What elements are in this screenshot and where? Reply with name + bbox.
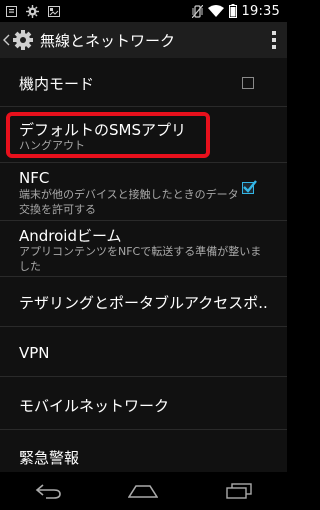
list-item-default-sms-app[interactable]: デフォルトのSMSアプリ ハングアウト — [0, 107, 287, 163]
item-title: 機内モード — [19, 75, 95, 93]
android-debug-icon — [26, 4, 39, 18]
navigation-bar — [0, 472, 287, 510]
list-item-mobile-network[interactable]: モバイルネットワーク — [0, 377, 287, 430]
item-title: VPN — [19, 344, 50, 362]
settings-gear-icon[interactable] — [12, 29, 34, 51]
recents-icon[interactable] — [209, 472, 269, 510]
clock: 19:35 — [241, 3, 280, 19]
item-title: モバイルネットワーク — [19, 397, 170, 415]
list-item-android-beam[interactable]: Androidビーム アプリコンテンツをNFCで転送する準備が整いました — [0, 221, 287, 277]
item-title: Androidビーム — [19, 227, 122, 245]
item-summary: ハングアウト — [19, 139, 85, 152]
item-title: NFC — [19, 169, 50, 187]
list-item-emergency-alerts[interactable]: 緊急警報 — [0, 430, 287, 472]
battery-icon — [228, 4, 237, 18]
list-item-airplane-mode[interactable]: 機内モード — [0, 59, 287, 107]
nfc-checkbox[interactable] — [242, 180, 257, 194]
wifi-icon — [207, 5, 224, 17]
home-icon[interactable] — [113, 472, 173, 510]
item-summary: アプリコンテンツをNFCで転送する準備が整いました — [19, 245, 262, 273]
status-bar: 19:35 — [0, 0, 287, 22]
overflow-menu-icon[interactable] — [261, 22, 287, 58]
item-title: 緊急警報 — [19, 449, 80, 467]
notification-icon — [6, 5, 17, 17]
item-title: テザリングとポータブルアクセスポ.. — [19, 294, 268, 312]
list-item-vpn[interactable]: VPN — [0, 327, 287, 377]
list-item-tethering[interactable]: テザリングとポータブルアクセスポ.. — [0, 277, 287, 327]
airplane-mode-checkbox[interactable] — [242, 77, 254, 89]
back-icon[interactable] — [18, 472, 78, 510]
action-bar: 無線とネットワーク — [0, 22, 287, 59]
vibrate-icon — [191, 4, 203, 18]
page-title: 無線とネットワーク — [40, 31, 176, 50]
checkmark-icon — [243, 180, 257, 193]
up-chevron-icon[interactable] — [3, 34, 12, 46]
item-title: デフォルトのSMSアプリ — [19, 121, 186, 139]
item-summary: 端末が他のデバイスと接触したときのデータ交換を許可する — [19, 188, 239, 216]
settings-list: 機内モード デフォルトのSMSアプリ ハングアウト NFC 端末が他のデバイスと… — [0, 59, 287, 472]
gallery-icon — [48, 5, 60, 17]
list-item-nfc[interactable]: NFC 端末が他のデバイスと接触したときのデータ交換を許可する — [0, 163, 287, 221]
